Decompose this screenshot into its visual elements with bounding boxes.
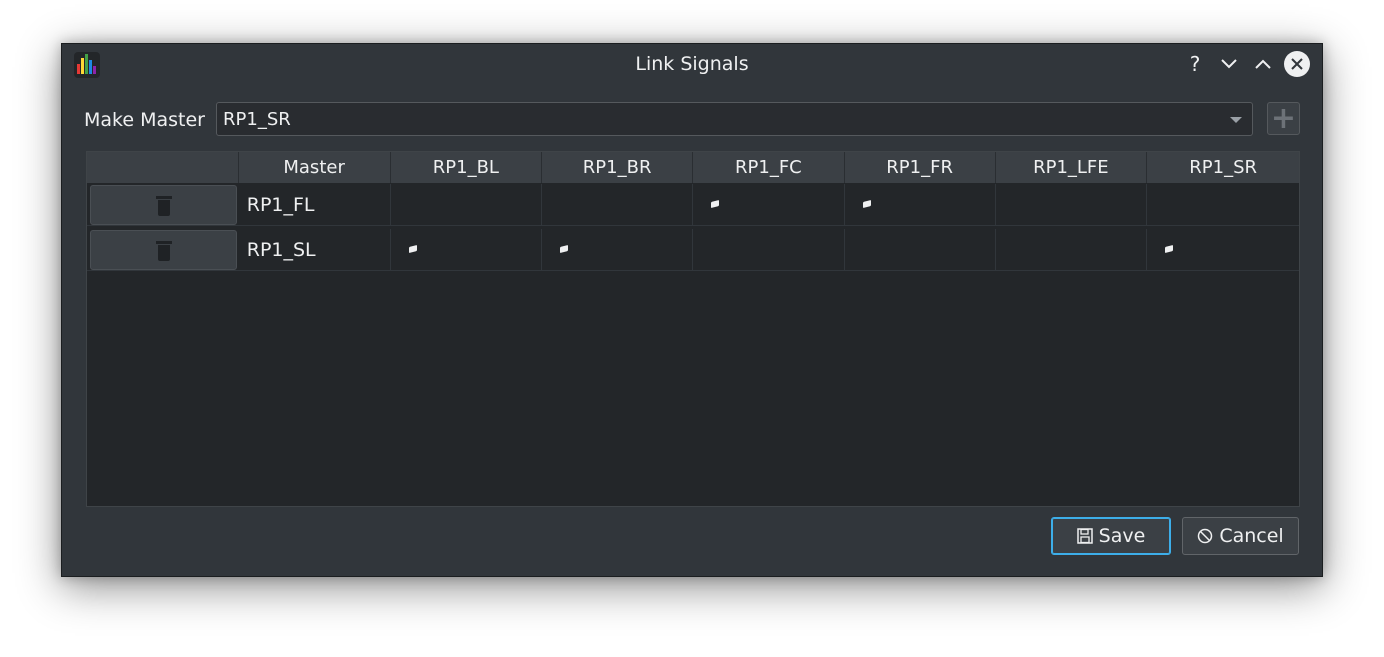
link-cell[interactable] <box>844 184 996 226</box>
column-header-actions <box>87 152 239 183</box>
help-button[interactable]: ? <box>1182 51 1208 77</box>
make-master-row: Make Master RP1_SR + <box>84 102 1300 140</box>
minimize-button[interactable] <box>1216 51 1242 77</box>
column-header-rp1-fc[interactable]: RP1_FC <box>693 152 845 183</box>
table-header: Master RP1_BL RP1_BR RP1_FC RP1_FR RP1_L… <box>87 152 1299 183</box>
link-cell[interactable] <box>542 184 694 226</box>
link-cell[interactable] <box>542 229 694 271</box>
cancel-button[interactable]: Cancel <box>1182 517 1299 555</box>
link-signals-dialog: Link Signals ? Make Master RP1_SR + Mast… <box>61 43 1323 577</box>
window-title: Link Signals <box>635 53 749 75</box>
row-name: RP1_SL <box>238 229 391 271</box>
chevron-down-icon <box>1230 117 1242 123</box>
close-button[interactable] <box>1284 51 1310 77</box>
link-cell[interactable] <box>844 229 996 271</box>
link-cell[interactable] <box>1147 184 1300 226</box>
maximize-button[interactable] <box>1250 51 1276 77</box>
trash-icon <box>156 196 172 216</box>
link-cell[interactable] <box>995 184 1148 226</box>
link-check-icon <box>862 199 871 209</box>
row-name: RP1_FL <box>238 184 391 226</box>
table-row: RP1_FL <box>87 183 1300 227</box>
save-button[interactable]: Save <box>1051 517 1171 555</box>
delete-row-button[interactable] <box>90 185 237 225</box>
link-cell[interactable] <box>995 229 1148 271</box>
link-check-icon <box>408 244 417 254</box>
make-master-label: Make Master <box>84 109 205 131</box>
master-select-value: RP1_SR <box>223 109 291 130</box>
cancel-icon <box>1198 528 1213 544</box>
column-header-rp1-bl[interactable]: RP1_BL <box>390 152 543 183</box>
delete-row-button[interactable] <box>90 230 237 270</box>
link-check-icon <box>1165 244 1174 254</box>
column-header-master[interactable]: Master <box>238 152 391 183</box>
master-select[interactable]: RP1_SR <box>216 102 1253 136</box>
close-icon <box>1291 58 1303 70</box>
cancel-label: Cancel <box>1219 525 1284 547</box>
chevron-up-icon <box>1255 59 1271 69</box>
link-cell[interactable] <box>390 229 543 271</box>
column-header-rp1-lfe[interactable]: RP1_LFE <box>995 152 1148 183</box>
title-bar[interactable]: Link Signals ? <box>62 44 1322 84</box>
add-button[interactable]: + <box>1267 102 1300 135</box>
table-row: RP1_SL <box>87 228 1300 272</box>
column-header-rp1-sr[interactable]: RP1_SR <box>1147 152 1299 183</box>
link-cell[interactable] <box>693 184 845 226</box>
trash-icon <box>156 241 172 261</box>
save-icon <box>1076 528 1093 544</box>
plus-icon: + <box>1270 100 1297 136</box>
column-header-rp1-fr[interactable]: RP1_FR <box>844 152 996 183</box>
save-label: Save <box>1098 525 1146 547</box>
link-cell[interactable] <box>390 184 543 226</box>
link-cell[interactable] <box>1147 229 1300 271</box>
link-check-icon <box>560 244 569 254</box>
link-cell[interactable] <box>693 229 845 271</box>
link-check-icon <box>711 199 720 209</box>
link-table: Master RP1_BL RP1_BR RP1_FC RP1_FR RP1_L… <box>86 151 1300 507</box>
chevron-down-icon <box>1221 59 1237 69</box>
column-header-rp1-br[interactable]: RP1_BR <box>542 152 693 183</box>
